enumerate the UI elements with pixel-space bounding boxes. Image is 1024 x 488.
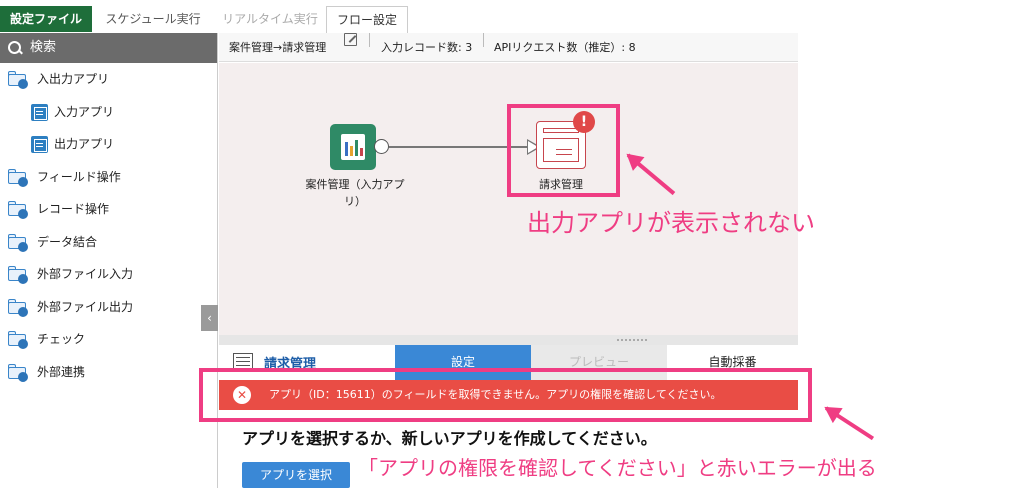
sidebar-item-field-ops[interactable]: フィールド操作	[0, 161, 217, 194]
instruction-text: アプリを選択するか、新しいアプリを作成してください。	[242, 429, 657, 448]
flow-header: 案件管理→請求管理 入力レコード数: 3 APIリクエスト数（推定）: 8	[219, 33, 798, 62]
sidebar-item-external-file-output[interactable]: 外部ファイル出力	[0, 291, 217, 324]
folder-gear-icon	[8, 298, 28, 317]
sidebar-collapse-button[interactable]: ‹	[201, 305, 218, 331]
search-icon	[8, 41, 22, 55]
api-request-count: APIリクエスト数（推定）: 8	[494, 41, 636, 54]
sidebar-item-io-apps[interactable]: 入出力アプリ	[0, 63, 217, 96]
input-record-count: 入力レコード数: 3	[381, 41, 473, 54]
divider	[369, 33, 370, 47]
sidebar-item-label: 出力アプリ	[54, 137, 115, 151]
bar-chart-icon	[341, 134, 365, 160]
sidebar-item-label: 外部連携	[37, 364, 86, 379]
sidebar-item-label: 外部ファイル入力	[37, 267, 134, 281]
sidebar-item-output-app[interactable]: 出力アプリ	[0, 128, 217, 161]
sidebar-item-external-link[interactable]: 外部連携	[0, 356, 217, 389]
edit-pencil-icon[interactable]	[344, 33, 357, 46]
panel-resize-handle[interactable]	[219, 335, 798, 345]
sidebar-item-label: 外部ファイル出力	[37, 299, 134, 314]
input-node-label: 案件管理（入力アプリ）	[305, 178, 405, 208]
highlight-box-error	[199, 368, 812, 422]
flow-name: 案件管理→請求管理	[229, 41, 327, 54]
sidebar-item-check[interactable]: チェック	[0, 323, 217, 356]
sidebar-item-record-ops[interactable]: レコード操作	[0, 193, 217, 226]
top-tab-bar: 設定ファイル スケジュール実行 リアルタイム実行 フロー設定	[0, 0, 1024, 33]
sidebar-item-data-join[interactable]: データ結合	[0, 226, 217, 259]
sidebar-item-label: フィールド操作	[37, 169, 121, 184]
tab-flow-settings[interactable]: フロー設定	[326, 6, 408, 33]
app-form-icon	[31, 103, 48, 121]
connector-port[interactable]	[374, 139, 389, 154]
annotation-red-error: 「アプリの権限を確認してください」と赤いエラーが出る	[358, 456, 877, 480]
folder-gear-icon	[8, 71, 28, 89]
tab-realtime-run[interactable]: リアルタイム実行	[214, 6, 326, 32]
folder-gear-icon	[8, 233, 28, 252]
select-app-button[interactable]: アプリを選択	[242, 462, 350, 488]
sidebar-item-label: 入出力アプリ	[37, 72, 110, 86]
sidebar-nav: 入出力アプリ 入力アプリ 出力アプリ フィールド操作 レコード操作 データ結合 …	[0, 63, 217, 388]
sidebar-item-external-file-input[interactable]: 外部ファイル入力	[0, 258, 217, 291]
annotation-arrow	[824, 406, 875, 441]
tab-schedule-run[interactable]: スケジュール実行	[92, 6, 214, 32]
sidebar-item-label: チェック	[37, 332, 86, 346]
tab-settings-file[interactable]: 設定ファイル	[0, 6, 92, 32]
folder-gear-icon	[8, 363, 28, 382]
folder-gear-icon	[8, 331, 28, 349]
sidebar-item-label: レコード操作	[37, 202, 110, 216]
divider	[483, 33, 484, 47]
folder-gear-icon	[8, 201, 28, 219]
sidebar-item-label: データ結合	[37, 234, 98, 249]
sidebar-item-label: 入力アプリ	[54, 104, 115, 119]
sidebar: 検索 入出力アプリ 入力アプリ 出力アプリ フィールド操作 レコード操作 データ…	[0, 33, 218, 488]
search-label: 検索	[30, 40, 57, 55]
chevron-left-icon: ‹	[207, 311, 212, 325]
search-box[interactable]: 検索	[0, 33, 217, 63]
app-form-icon	[31, 136, 48, 153]
highlight-box-output-node	[507, 104, 620, 197]
annotation-output-not-shown: 出力アプリが表示されない	[527, 209, 815, 237]
input-app-node[interactable]	[330, 124, 376, 170]
folder-gear-icon	[8, 266, 28, 284]
folder-gear-icon	[8, 168, 28, 187]
sidebar-item-input-app[interactable]: 入力アプリ	[0, 96, 217, 129]
